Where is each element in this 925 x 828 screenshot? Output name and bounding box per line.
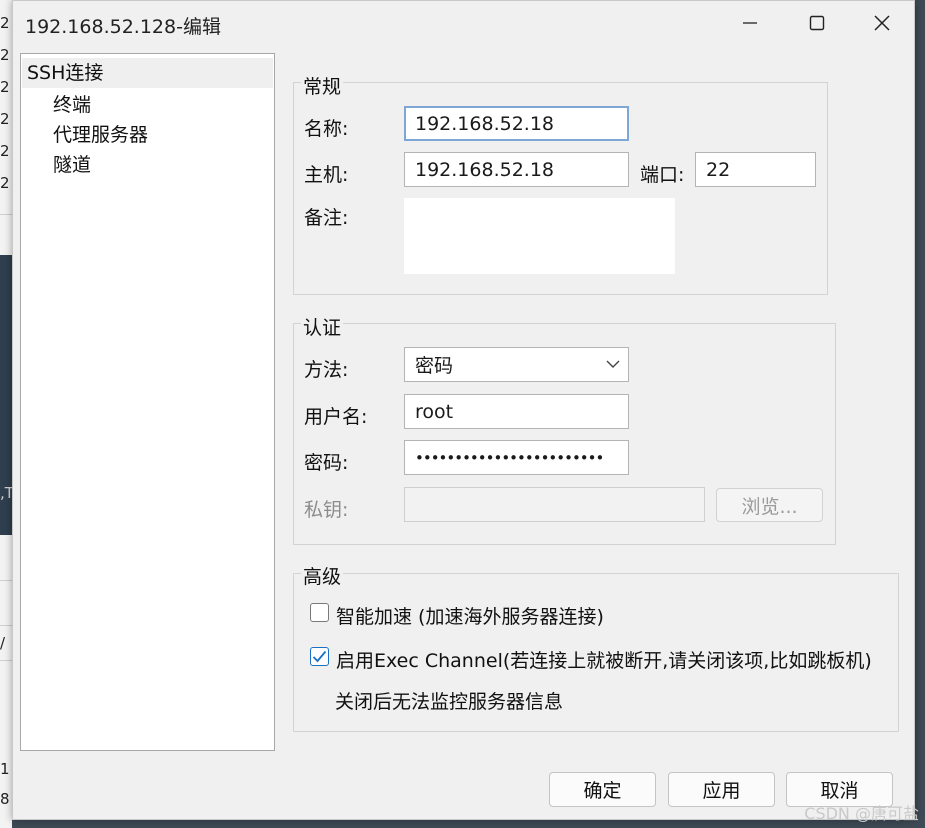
- name-input[interactable]: 192.168.52.18: [404, 106, 629, 141]
- smart-accel-label[interactable]: 智能加速 (加速海外服务器连接): [336, 602, 604, 629]
- category-tree: SSH连接 终端 代理服务器 隧道: [20, 53, 275, 751]
- port-input[interactable]: 22: [695, 152, 816, 187]
- chevron-down-icon: [606, 360, 620, 368]
- password-label: 密码:: [304, 452, 349, 474]
- username-label: 用户名:: [304, 406, 368, 428]
- window-title: 192.168.52.128-编辑: [25, 16, 221, 38]
- auth-group-title: 认证: [301, 313, 344, 340]
- private-key-input[interactable]: [404, 487, 705, 522]
- maximize-button[interactable]: [794, 5, 840, 41]
- smart-accel-checkbox[interactable]: [310, 603, 329, 622]
- browse-button[interactable]: 浏览...: [716, 488, 823, 522]
- method-select[interactable]: 密码: [404, 347, 629, 382]
- maximize-icon: [809, 15, 825, 31]
- host-label: 主机:: [304, 164, 349, 186]
- close-icon: [874, 15, 890, 31]
- background-text: 2: [0, 142, 10, 160]
- background-text: 1: [0, 760, 10, 778]
- edit-session-dialog: 192.168.52.128-编辑 SSH连接 终端 代理服务器 隧道 常规 名…: [12, 0, 915, 820]
- exec-channel-label[interactable]: 启用Exec Channel(若连接上就被断开,请关闭该项,比如跳板机): [336, 646, 872, 673]
- title-bar[interactable]: 192.168.52.128-编辑: [13, 1, 914, 45]
- background-text: 2: [0, 78, 10, 96]
- advanced-group-title: 高级: [301, 562, 344, 589]
- background-divider: [0, 214, 12, 215]
- method-selected-value: 密码: [415, 355, 454, 377]
- tree-item-tunnel[interactable]: 隧道: [53, 150, 91, 177]
- host-input[interactable]: 192.168.52.18: [404, 152, 629, 187]
- port-label: 端口:: [640, 164, 685, 186]
- background-text: 8: [0, 790, 10, 808]
- background-text: 2: [0, 14, 10, 32]
- method-label: 方法:: [304, 359, 349, 381]
- name-label: 名称:: [304, 118, 349, 140]
- background-text: 2: [0, 110, 10, 128]
- note-textarea[interactable]: [404, 198, 675, 274]
- tree-item-terminal[interactable]: 终端: [53, 90, 91, 117]
- password-input[interactable]: ••••••••••••••••••••••••: [404, 440, 629, 475]
- watermark-text: CSDN @唐可盐: [804, 804, 919, 823]
- ok-button[interactable]: 确定: [549, 772, 656, 807]
- background-divider: [0, 660, 12, 661]
- minimize-icon: [743, 22, 757, 24]
- background-divider: [0, 580, 12, 581]
- background-text: ,T: [0, 484, 12, 502]
- tree-item-proxy[interactable]: 代理服务器: [53, 120, 148, 147]
- exec-channel-note: 关闭后无法监控服务器信息: [335, 691, 564, 713]
- background-text: 2: [0, 174, 10, 192]
- general-group-title: 常规: [301, 72, 344, 99]
- background-text: 2: [0, 46, 10, 64]
- background-window-strip: 2 2 2 2 2 2 ,T / 1 8: [0, 0, 12, 828]
- tree-item-ssh-connection[interactable]: SSH连接: [22, 58, 273, 88]
- apply-button[interactable]: 应用: [668, 772, 775, 807]
- private-key-label: 私钥:: [304, 499, 349, 521]
- close-button[interactable]: [859, 5, 905, 41]
- background-divider: [0, 625, 12, 626]
- checkmark-icon: [312, 650, 327, 663]
- username-input[interactable]: root: [404, 394, 629, 429]
- note-label: 备注:: [304, 207, 349, 229]
- minimize-button[interactable]: [727, 5, 773, 41]
- background-text: /: [0, 634, 6, 652]
- exec-channel-checkbox[interactable]: [310, 647, 329, 666]
